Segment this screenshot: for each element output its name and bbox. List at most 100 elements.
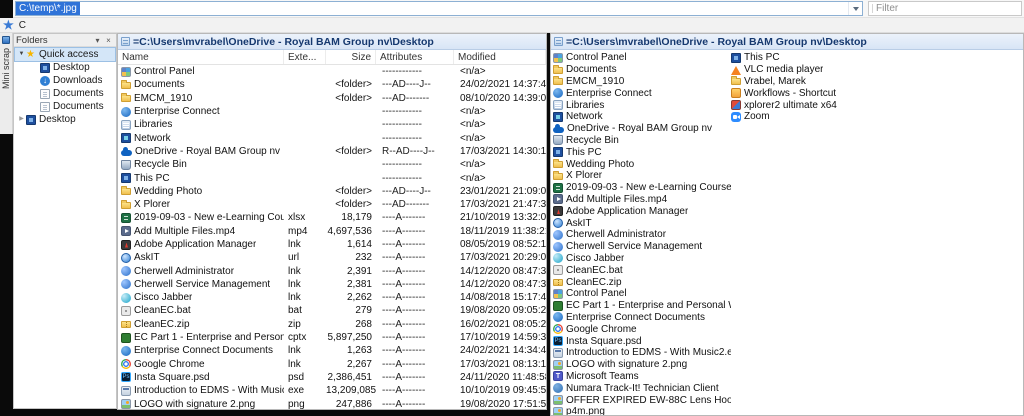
list-item[interactable]: OFFER EXPIRED EW-88C Lens Hood For C... (553, 394, 731, 406)
file-name-cell: Add Multiple Files.mp4 (118, 226, 284, 237)
file-size-cell: 2,386,451 (326, 372, 376, 383)
list-item[interactable]: OneDrive - Royal BAM Group nv (553, 123, 731, 135)
tree-item-label: Desktop (53, 62, 90, 73)
close-button[interactable]: × (103, 35, 114, 46)
list-item[interactable]: LOGO with signature 2.png (553, 359, 731, 371)
left-pane-path-header[interactable]: =C:\Users\mvrabel\OneDrive - Royal BAM G… (118, 34, 546, 50)
table-row[interactable]: This PC ------------ <n/a> (118, 171, 546, 184)
list-item[interactable]: EMCM_1910 (553, 76, 731, 88)
list-item[interactable]: Introduction to EDMS - With Music2.exe (553, 347, 731, 359)
table-row[interactable]: Insta Square.psd psd 2,386,451 ----A----… (118, 371, 546, 384)
table-row[interactable]: EC Part 1 - Enterprise and Personal Wor.… (118, 331, 546, 344)
right-pane-column-2: This PC VLC media player Vrabel, Marek W… (731, 52, 1021, 123)
list-item[interactable]: xplorer2 ultimate x64 (731, 99, 1021, 111)
file-name: 2019-09-03 - New e-Learning Courses ... (134, 212, 284, 223)
file-modified-cell: 16/02/2021 08:05:20 (454, 319, 546, 330)
tree-item[interactable]: Documents (15, 100, 115, 113)
list-item[interactable]: Cisco Jabber (553, 253, 731, 265)
address-dropdown-button[interactable] (848, 2, 862, 15)
list-item[interactable]: VLC media player (731, 64, 1021, 76)
tree-item[interactable]: Desktop (15, 61, 115, 74)
tree-expander-icon[interactable] (17, 48, 26, 61)
column-header-extension[interactable]: Exte... (284, 50, 326, 64)
table-row[interactable]: AskIT url 232 ----A------- 17/03/2021 20… (118, 251, 546, 264)
list-item[interactable]: Microsoft Teams (553, 371, 731, 383)
file-icon (553, 183, 563, 193)
table-row[interactable]: LOGO with signature 2.png png 247,886 --… (118, 397, 546, 409)
table-row[interactable]: Documents <folder> ---AD----J-- 24/02/20… (118, 78, 546, 91)
table-row[interactable]: Enterprise Connect Documents lnk 1,263 -… (118, 344, 546, 357)
list-item[interactable]: This PC (731, 52, 1021, 64)
list-item[interactable]: AskIT (553, 217, 731, 229)
mini-scrap-tab[interactable]: Mini scrap (0, 33, 13, 134)
tree-expander-icon[interactable] (17, 113, 26, 126)
list-item[interactable]: Enterprise Connect (553, 87, 731, 99)
table-row[interactable]: Network ------------ <n/a> (118, 131, 546, 144)
list-item[interactable]: Network (553, 111, 731, 123)
tree-item-icon (40, 89, 50, 99)
address-text[interactable]: C:\temp\*.jpg (16, 2, 80, 15)
table-row[interactable]: Control Panel ------------ <n/a> (118, 65, 546, 78)
column-header-name[interactable]: Name (118, 50, 284, 64)
table-row[interactable]: Cherwell Service Management lnk 2,381 --… (118, 278, 546, 291)
list-item[interactable]: Wedding Photo (553, 158, 731, 170)
favorite-star-icon[interactable]: ★ (3, 20, 14, 30)
table-row[interactable]: Recycle Bin ------------ <n/a> (118, 158, 546, 171)
column-header-attributes[interactable]: Attributes (376, 50, 454, 64)
table-row[interactable]: Add Multiple Files.mp4 mp4 4,697,536 ---… (118, 225, 546, 238)
tree-item[interactable]: Downloads (15, 74, 115, 87)
list-item[interactable]: Control Panel (553, 288, 731, 300)
list-item[interactable]: CleanEC.zip (553, 276, 731, 288)
table-row[interactable]: Enterprise Connect ------------ <n/a> (118, 105, 546, 118)
file-icon (553, 242, 563, 252)
table-row[interactable]: EMCM_1910 <folder> ---AD------- 08/10/20… (118, 92, 546, 105)
list-item[interactable]: Cherwell Administrator (553, 229, 731, 241)
list-item[interactable]: Libraries (553, 99, 731, 111)
table-row[interactable]: OneDrive - Royal BAM Group nv <folder> R… (118, 145, 546, 158)
list-item[interactable]: p4m.png (553, 406, 731, 415)
list-item[interactable]: 2019-09-03 - New e-Learning Courses - W.… (553, 182, 731, 194)
file-modified-cell: <n/a> (454, 119, 546, 130)
drive-c-button[interactable]: C (19, 20, 26, 31)
list-item[interactable]: EC Part 1 - Enterprise and Personal Work… (553, 300, 731, 312)
list-item[interactable]: Vrabel, Marek (731, 76, 1021, 88)
list-item[interactable]: Enterprise Connect Documents (553, 312, 731, 324)
table-row[interactable]: Libraries ------------ <n/a> (118, 118, 546, 131)
column-header-modified[interactable]: Modified (454, 50, 546, 64)
list-item[interactable]: Workflows - Shortcut (731, 87, 1021, 99)
list-item[interactable]: Add Multiple Files.mp4 (553, 194, 731, 206)
right-pane-path-header[interactable]: =C:\Users\mvrabel\OneDrive - Royal BAM G… (551, 34, 1023, 50)
tree-item[interactable]: Documents (15, 87, 115, 100)
table-row[interactable]: Wedding Photo <folder> ---AD----J-- 23/0… (118, 185, 546, 198)
list-item[interactable]: CleanEC.bat (553, 264, 731, 276)
table-row[interactable]: Adobe Application Manager lnk 1,614 ----… (118, 238, 546, 251)
file-name-cell: LOGO with signature 2.png (118, 399, 284, 409)
list-item[interactable]: Google Chrome (553, 323, 731, 335)
list-item[interactable]: Numara Track-It! Technician Client (553, 382, 731, 394)
table-row[interactable]: CleanEC.zip zip 268 ----A------- 16/02/2… (118, 318, 546, 331)
file-icon (121, 160, 131, 170)
list-item[interactable]: Cherwell Service Management (553, 241, 731, 253)
table-row[interactable]: X Plorer <folder> ---AD------- 17/03/202… (118, 198, 546, 211)
list-item[interactable]: Recycle Bin (553, 135, 731, 147)
list-item[interactable]: Adobe Application Manager (553, 205, 731, 217)
list-item[interactable]: Insta Square.psd (553, 335, 731, 347)
filter-input[interactable] (876, 3, 1021, 14)
column-header-size[interactable]: Size (326, 50, 376, 64)
table-row[interactable]: Introduction to EDMS - With Music2.exe e… (118, 384, 546, 397)
address-input[interactable]: C:\temp\*.jpg (15, 1, 863, 16)
list-item[interactable]: Documents (553, 64, 731, 76)
list-item[interactable]: Control Panel (553, 52, 731, 64)
list-item[interactable]: X Plorer (553, 170, 731, 182)
pin-button[interactable]: ▾ (92, 35, 103, 46)
tree-item[interactable]: Quick access (15, 48, 115, 61)
table-row[interactable]: Cherwell Administrator lnk 2,391 ----A--… (118, 264, 546, 277)
table-row[interactable]: Google Chrome lnk 2,267 ----A------- 17/… (118, 358, 546, 371)
list-item[interactable]: Zoom (731, 111, 1021, 123)
table-row[interactable]: Cisco Jabber lnk 2,262 ----A------- 14/0… (118, 291, 546, 304)
table-row[interactable]: CleanEC.bat bat 279 ----A------- 19/08/2… (118, 304, 546, 317)
table-row[interactable]: 2019-09-03 - New e-Learning Courses ... … (118, 211, 546, 224)
file-extension-cell: lnk (284, 239, 326, 250)
list-item[interactable]: This PC (553, 146, 731, 158)
tree-item[interactable]: Desktop (15, 113, 115, 126)
